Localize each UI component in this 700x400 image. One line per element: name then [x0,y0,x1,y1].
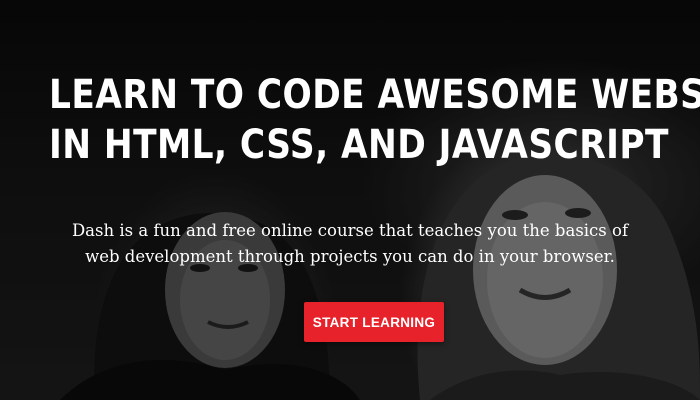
hero-subtext: Dash is a fun and free online course tha… [71,221,629,266]
headline-line-2: IN HTML, CSS, AND JAVASCRIPT [49,122,669,168]
hero-headline: LEARN TO CODE AWESOME WEBSITES IN HTML, … [49,70,700,170]
headline-line-1: LEARN TO CODE AWESOME WEBSITES [49,72,700,118]
hero-section: LEARN TO CODE AWESOME WEBSITES IN HTML, … [0,0,700,400]
start-learning-button[interactable]: START LEARNING [304,302,444,342]
